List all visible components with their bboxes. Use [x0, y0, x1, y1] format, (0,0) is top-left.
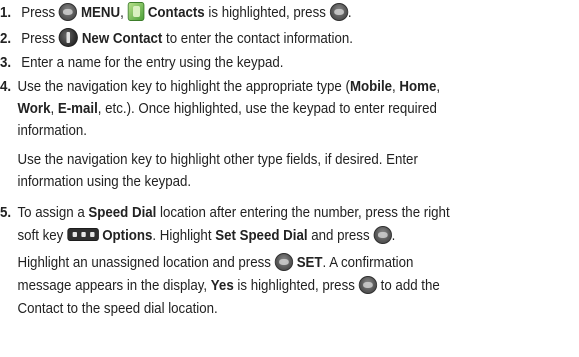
step-4: 4. Use the navigation key to highlight th… [0, 76, 440, 98]
step-text: Enter a name for the entry using the key… [21, 54, 284, 71]
step-text: Highlight an unassigned location and pre… [17, 254, 271, 271]
step-4-note-line-1: Use the navigation key to highlight othe… [17, 151, 418, 168]
ok-key-icon [358, 276, 377, 294]
step-text: , etc.). Once highlighted, use the keypa… [97, 100, 437, 117]
step-5-note-line-3: Contact to the speed dial location. [17, 300, 218, 317]
options-label: Options [102, 227, 153, 244]
type-email: E-mail [57, 100, 98, 117]
new-contact-label: New Contact [81, 30, 163, 47]
step-number: 4. [0, 78, 12, 95]
step-text: . A confirmation [322, 254, 414, 271]
step-text: To assign a [17, 204, 89, 221]
step-5-note-line-2: message appears in the display, Yes is h… [18, 275, 440, 297]
step-text: Use the navigation key to highlight the … [17, 78, 350, 95]
set-speed-dial-label: Set Speed Dial [215, 227, 308, 244]
speed-dial-label: Speed Dial [88, 204, 157, 221]
step-text: message appears in the display, [17, 277, 211, 294]
step-text: , [436, 78, 441, 95]
step-5-note-line-1: Highlight an unassigned location and pre… [17, 252, 414, 274]
step-text: and press [307, 227, 370, 244]
step-text: . [347, 4, 352, 21]
contacts-label: Contacts [147, 4, 205, 21]
ok-key-icon [373, 226, 392, 244]
step-number: 2. [0, 30, 12, 47]
right-soft-key-icon [67, 228, 99, 241]
step-4-line-2: Work, E-mail, etc.). Once highlighted, u… [18, 98, 437, 120]
contacts-icon [127, 2, 145, 21]
step-5-line-2: soft key Options. Highlight Set Speed Di… [17, 225, 396, 247]
ok-key-icon [58, 3, 78, 21]
step-text: is highlighted, press [233, 277, 355, 294]
step-text: to add the [380, 277, 440, 294]
step-number: 1. [0, 4, 12, 21]
step-5: 5. To assign a Speed Dial location after … [0, 202, 450, 224]
step-4-line-3: information. [17, 122, 87, 139]
type-mobile: Mobile [349, 78, 393, 95]
type-home: Home [399, 78, 437, 95]
step-2: 2. Press New Contact to enter the contac… [0, 28, 353, 50]
ok-key-icon [274, 253, 293, 271]
instructions-document: 1. Press MENU, Contacts is highlighted, … [0, 0, 579, 357]
ok-key-icon [329, 3, 348, 21]
step-1: 1. Press MENU, Contacts is highlighted, … [0, 2, 352, 24]
step-text: to enter the contact information. [166, 30, 353, 47]
left-soft-key-icon [58, 28, 79, 47]
step-text: . Highlight [152, 227, 216, 244]
yes-label: Yes [210, 277, 234, 294]
step-text: Press [21, 4, 56, 21]
step-text: , [120, 4, 124, 21]
step-4-note-line-2: information using the keypad. [17, 173, 192, 190]
menu-key-label: MENU [80, 4, 121, 21]
type-work: Work [17, 100, 51, 117]
step-3: 3. Enter a name for the entry using the … [0, 52, 283, 74]
step-text: soft key [17, 227, 64, 244]
step-text: is highlighted, press [208, 4, 326, 21]
step-text: Press [21, 30, 56, 47]
step-number: 3. [0, 54, 12, 71]
step-number: 5. [0, 204, 12, 221]
set-label: SET [296, 254, 323, 271]
step-text: . [391, 227, 396, 244]
step-text: location after entering the number, pres… [156, 204, 450, 221]
